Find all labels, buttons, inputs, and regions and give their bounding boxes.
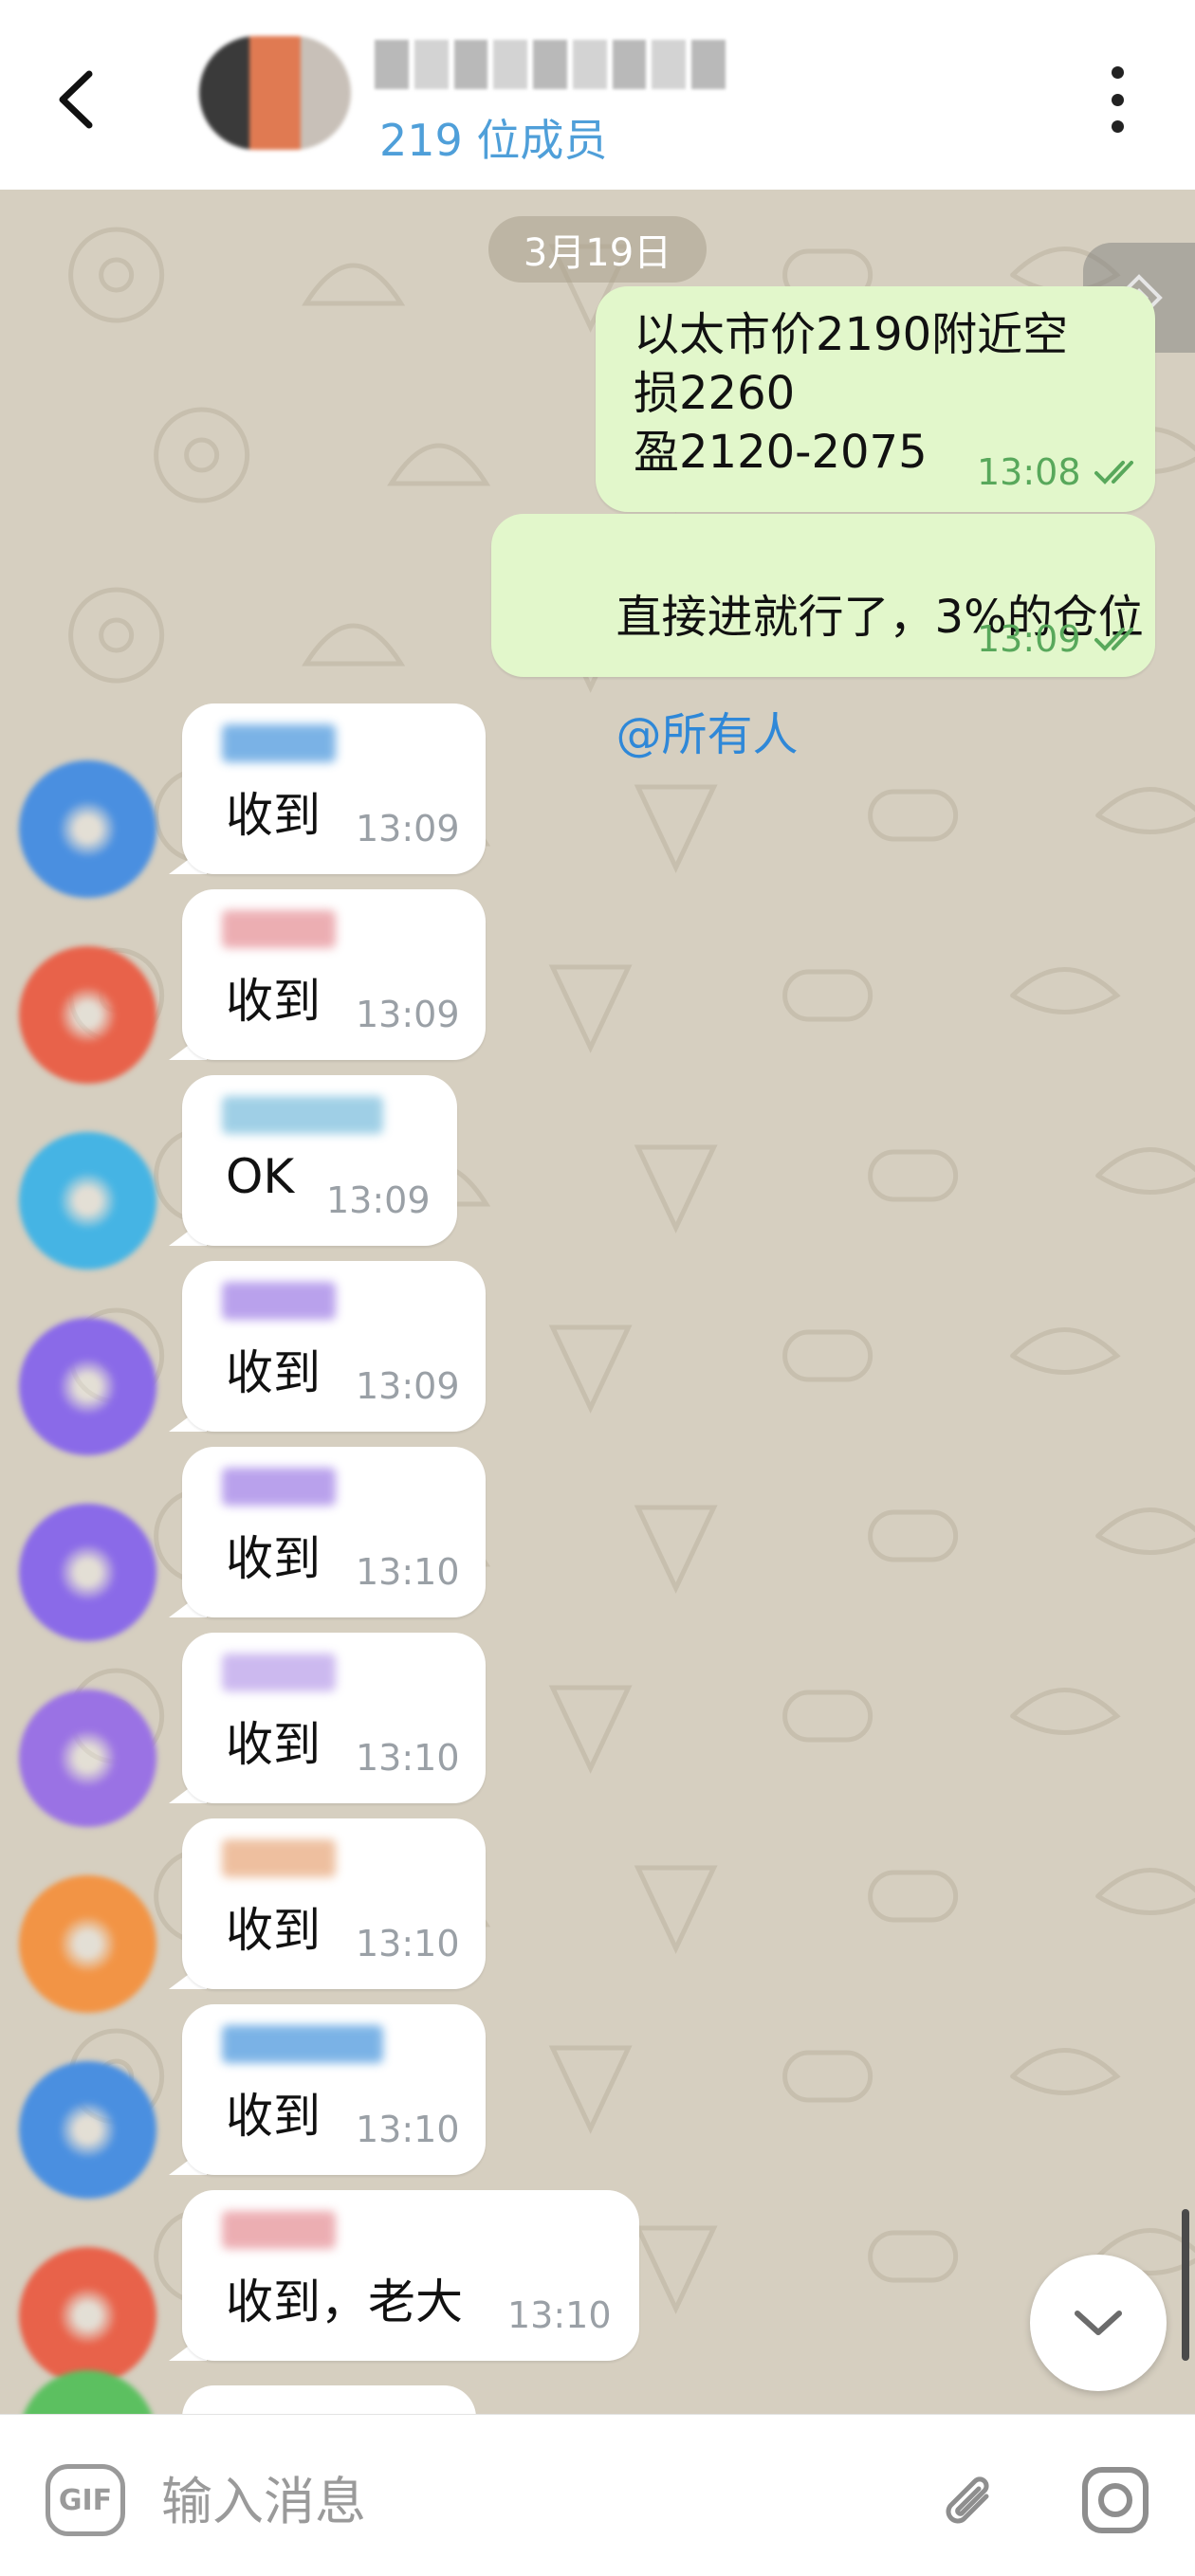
message-text: OK (226, 1149, 295, 1204)
sender-avatar[interactable] (19, 1690, 156, 1827)
sender-name-redacted[interactable] (222, 724, 336, 762)
message-text: 收到 (226, 2089, 321, 2144)
incoming-bubble: OK 13:09 (182, 1075, 457, 1246)
incoming-bubble (182, 2385, 476, 2414)
incoming-message[interactable]: 收到 13:10 (0, 1633, 1195, 1827)
message-input[interactable] (159, 2453, 827, 2549)
read-ticks-icon (1094, 461, 1133, 484)
group-avatar[interactable] (199, 36, 351, 150)
group-avatar-block (199, 36, 250, 150)
outgoing-message[interactable]: 直接进就行了，3%的仓位 @所有人 13:09 (491, 514, 1155, 761)
message-list[interactable]: 3月19日 以太市价2190附近空 损2260 盈2120-2075 13:08… (0, 190, 1195, 2414)
message-text: 收到 (226, 1717, 321, 1772)
chat-header: 219 位成员 (0, 0, 1195, 190)
incoming-bubble: 收到 13:10 (182, 1818, 486, 1989)
incoming-bubble: 收到 13:10 (182, 2004, 486, 2175)
incoming-message[interactable]: 收到 13:10 (0, 1818, 1195, 2013)
incoming-message[interactable]: OK 13:09 (0, 1075, 1195, 1270)
group-avatar-block (249, 36, 301, 150)
message-time: 13:09 (356, 1365, 460, 1407)
message-text: 收到 (226, 1345, 321, 1400)
group-avatar-block (300, 36, 351, 150)
incoming-bubble: 收到 13:10 (182, 1633, 486, 1803)
message-time: 13:10 (507, 2294, 612, 2336)
scroll-to-bottom-button[interactable] (1030, 2255, 1167, 2391)
message-text: 收到 (226, 788, 321, 843)
composer-bar: GIF (0, 2414, 1195, 2576)
incoming-message-partial[interactable] (0, 2370, 1195, 2414)
sender-avatar[interactable] (19, 2370, 156, 2414)
message-time: 13:10 (356, 1923, 460, 1964)
more-vertical-icon (1111, 66, 1124, 79)
incoming-message[interactable]: 收到，老大 13:10 (0, 2190, 1195, 2384)
sender-name-redacted[interactable] (222, 1839, 336, 1877)
message-time: 13:10 (356, 2109, 460, 2150)
message-text: 收到，老大 (226, 2275, 463, 2329)
sender-name-redacted[interactable] (222, 1653, 336, 1691)
incoming-message[interactable]: 收到 13:09 (0, 1261, 1195, 1455)
incoming-message[interactable]: 收到 13:09 (0, 889, 1195, 1084)
camera-icon (1082, 2467, 1149, 2533)
sender-name-redacted[interactable] (222, 1282, 336, 1320)
chevron-down-icon (1075, 2311, 1122, 2335)
sender-name-redacted[interactable] (222, 2025, 383, 2063)
incoming-bubble: 收到 13:09 (182, 889, 486, 1060)
more-options-button[interactable] (1100, 66, 1134, 133)
paperclip-icon (946, 2476, 989, 2524)
message-text: 收到 (226, 1903, 321, 1958)
message-time: 13:09 (977, 618, 1081, 660)
sender-name-redacted[interactable] (222, 1096, 383, 1134)
incoming-bubble: 收到 13:09 (182, 1261, 486, 1432)
incoming-bubble: 收到 13:09 (182, 703, 486, 874)
gif-button[interactable]: GIF (46, 2464, 125, 2536)
incoming-message[interactable]: 收到 13:09 (0, 703, 1195, 898)
sender-avatar[interactable] (19, 2061, 156, 2199)
group-name-redacted[interactable] (375, 40, 726, 89)
incoming-message[interactable]: 收到 13:10 (0, 2004, 1195, 2199)
sender-avatar[interactable] (19, 1318, 156, 1455)
read-ticks-icon (1094, 628, 1133, 651)
sender-avatar[interactable] (19, 760, 156, 898)
outgoing-message[interactable]: 以太市价2190附近空 损2260 盈2120-2075 13:08 (596, 286, 1155, 512)
sender-avatar[interactable] (19, 1132, 156, 1270)
sender-name-redacted[interactable] (222, 1468, 336, 1506)
incoming-bubble: 收到，老大 13:10 (182, 2190, 639, 2361)
message-time: 13:08 (977, 451, 1081, 493)
back-button[interactable] (49, 66, 106, 133)
incoming-bubble: 收到 13:10 (182, 1447, 486, 1617)
gif-icon: GIF (58, 2483, 113, 2517)
message-time: 13:09 (356, 994, 460, 1035)
date-separator: 3月19日 (488, 216, 707, 283)
incoming-message[interactable]: 收到 13:10 (0, 1447, 1195, 1641)
attach-button[interactable] (929, 2462, 1005, 2538)
sender-avatar[interactable] (19, 946, 156, 1084)
member-count[interactable]: 219 位成员 (379, 106, 607, 169)
scrollbar[interactable] (1182, 2209, 1189, 2361)
sender-name-redacted[interactable] (222, 2211, 336, 2249)
sender-avatar[interactable] (19, 1504, 156, 1641)
sender-avatar[interactable] (19, 2247, 156, 2384)
camera-button[interactable] (1077, 2462, 1153, 2538)
message-text: 收到 (226, 974, 321, 1029)
message-time: 13:10 (356, 1551, 460, 1593)
message-time: 13:09 (326, 1179, 431, 1221)
sender-avatar[interactable] (19, 1875, 156, 2013)
message-time: 13:09 (356, 808, 460, 850)
message-time: 13:10 (356, 1737, 460, 1779)
back-arrow-icon (59, 70, 93, 129)
sender-name-redacted[interactable] (222, 910, 336, 948)
message-text: 收到 (226, 1531, 321, 1586)
